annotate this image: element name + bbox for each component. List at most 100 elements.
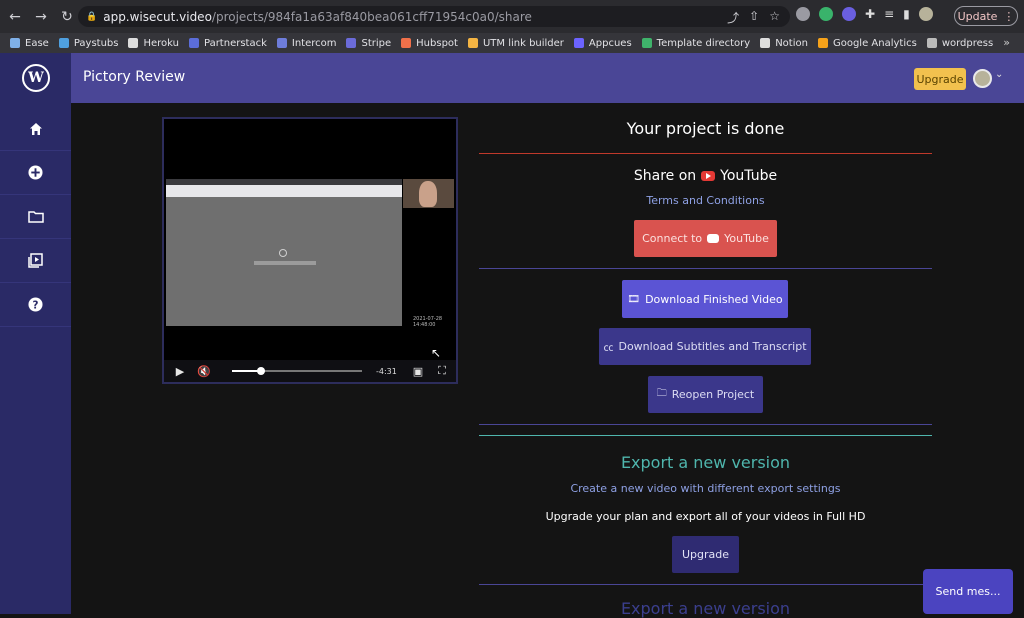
share-heading: Share on YouTube <box>479 168 932 184</box>
profile-icon[interactable] <box>918 7 933 21</box>
download-subtitles-label: Download Subtitles and Transcript <box>618 340 807 353</box>
time-remaining: -4:31 <box>376 366 397 376</box>
spinner-icon <box>279 249 287 257</box>
address-bar[interactable]: 🔒 app.wisecut.video /projects/984fa1a63a… <box>78 6 790 27</box>
avatar[interactable] <box>973 69 992 88</box>
url-host: app.wisecut.video <box>103 9 212 24</box>
connect-youtube-button[interactable]: Connect to YouTube <box>634 220 777 257</box>
bookmark-label: Template directory <box>656 37 751 49</box>
bookmark-item[interactable]: Partnerstack <box>188 38 267 49</box>
send-message-button[interactable]: Send mes... <box>923 569 1013 614</box>
bookmark-label: Notion <box>775 37 808 49</box>
bookmarks-more-button[interactable]: » <box>1003 36 1010 49</box>
sidebar-item-home[interactable] <box>0 107 71 151</box>
url-path: /projects/984fa1a63af840bea061cff71954c0… <box>211 9 532 24</box>
chevron-down-icon[interactable]: ⌄ <box>995 69 1003 80</box>
bookmark-item[interactable]: Google Analytics <box>817 37 917 49</box>
divider-red <box>479 153 932 154</box>
back-icon[interactable]: ← <box>4 9 26 25</box>
mute-icon[interactable]: 🔇 <box>192 365 216 378</box>
bookmark-item[interactable]: Paystubs <box>58 37 119 49</box>
bookmark-item[interactable]: UTM link builder <box>467 38 564 49</box>
divider-purple <box>479 268 932 269</box>
bookmark-favicon-icon <box>641 38 652 48</box>
reading-list-icon[interactable]: ≡ <box>884 7 894 21</box>
forward-icon[interactable]: → <box>30 9 52 25</box>
youtube-label: YouTube <box>720 168 778 184</box>
export-subtitle: Create a new video with different export… <box>570 482 841 495</box>
extension-green-icon[interactable] <box>819 7 833 21</box>
folder-icon <box>27 211 44 223</box>
reopen-project-button[interactable]: 🗀 Reopen Project <box>648 376 763 413</box>
bookmark-item[interactable]: Heroku <box>128 38 179 49</box>
home-icon <box>29 122 42 135</box>
extension-blue-icon[interactable] <box>842 7 856 21</box>
bookmark-label: Intercom <box>291 37 337 49</box>
share-on-label: Share on <box>633 168 697 184</box>
download-subtitles-button[interactable]: ㏄ Download Subtitles and Transcript <box>599 328 811 365</box>
download-video-button[interactable]: 🎞 Download Finished Video <box>622 280 788 318</box>
bookmark-label: Ease <box>25 37 49 49</box>
main-content: 2021-07-28 14:48:00 ▶ 🔇 -4:31 ▣ ⛶ ↖ Your… <box>71 103 1024 618</box>
bookmark-favicon-icon <box>128 38 139 48</box>
bookmark-item[interactable]: wordpress <box>926 37 994 49</box>
bookmark-item[interactable]: Intercom <box>276 37 337 49</box>
film-icon: 🎞 <box>627 293 641 305</box>
youtube-icon <box>707 234 720 243</box>
extension-gray-icon[interactable] <box>796 7 810 21</box>
bookmark-label: wordpress <box>941 37 994 49</box>
app-header: Pictory Review Upgrade ⌄ <box>71 53 1024 103</box>
folder-open-icon: 🗀 <box>656 388 667 399</box>
play-icon[interactable]: ▶ <box>168 365 192 378</box>
bookmark-favicon-icon <box>573 38 584 48</box>
reload-icon[interactable]: ↻ <box>56 9 78 25</box>
bookmark-item[interactable]: Stripe <box>346 38 391 49</box>
svg-text:?: ? <box>33 299 39 311</box>
puzzle-icon[interactable]: ✚ <box>865 7 875 21</box>
bookmark-favicon-icon <box>58 38 69 48</box>
video-player[interactable]: 2021-07-28 14:48:00 ▶ 🔇 -4:31 ▣ ⛶ <box>162 117 458 384</box>
bookmark-item[interactable]: Notion <box>760 38 808 49</box>
sidebar-item-create[interactable] <box>0 151 71 195</box>
connect-youtube-label: YouTube <box>724 232 769 245</box>
divider-purple-2 <box>479 424 932 425</box>
bookmark-favicon-icon <box>401 38 412 48</box>
progress-bar[interactable] <box>232 367 362 375</box>
bookmark-item[interactable]: Template directory <box>641 37 751 49</box>
fullscreen-icon[interactable]: ⛶ <box>430 364 454 378</box>
star-icon[interactable]: ☆ <box>769 9 780 26</box>
bookmark-item[interactable]: Hubspot <box>401 38 458 49</box>
bookmark-label: Google Analytics <box>832 37 917 49</box>
update-label: Update <box>957 9 998 23</box>
terms-link[interactable]: Terms and Conditions <box>479 194 932 207</box>
sidepanel-icon[interactable]: ▮ <box>903 7 910 21</box>
sidebar-item-projects[interactable] <box>0 195 71 239</box>
reopen-project-label: Reopen Project <box>671 388 755 401</box>
bookmark-item[interactable]: Ease <box>10 38 49 49</box>
sidebar-item-help[interactable]: ? <box>0 283 71 327</box>
kebab-icon: ⋮ <box>1003 9 1015 23</box>
lock-icon: 🔒 <box>86 11 98 22</box>
logo-icon[interactable]: W <box>22 64 50 92</box>
bookmark-favicon-icon <box>188 38 199 48</box>
sidebar-item-videos[interactable] <box>0 239 71 283</box>
browser-update-button[interactable]: Update ⋮ <box>954 6 1018 26</box>
picture-in-picture-icon[interactable]: ▣ <box>406 365 430 378</box>
bookmarks-bar: Ease Paystubs Heroku Partnerstack Intercom St… <box>0 33 1024 53</box>
bookmark-favicon-icon <box>760 38 771 48</box>
upgrade-button[interactable]: Upgrade <box>672 536 739 573</box>
bookmark-item[interactable]: Appcues <box>573 38 632 49</box>
header-upgrade-button[interactable]: Upgrade <box>914 68 966 90</box>
download-video-label: Download Finished Video <box>645 292 783 306</box>
bookmark-favicon-icon <box>817 38 828 48</box>
progress-knob[interactable] <box>256 367 265 375</box>
share-icon[interactable]: ⤴ <box>727 9 739 26</box>
bookmark-favicon-icon <box>467 38 478 48</box>
upload-icon[interactable]: ⇧ <box>749 9 759 26</box>
bookmark-label: Paystubs <box>73 37 119 49</box>
divider-purple-3 <box>479 584 932 585</box>
help-icon: ? <box>28 297 43 312</box>
divider-teal <box>479 435 932 436</box>
page-title: Pictory Review <box>83 69 186 85</box>
sidebar: W ? <box>0 53 71 614</box>
